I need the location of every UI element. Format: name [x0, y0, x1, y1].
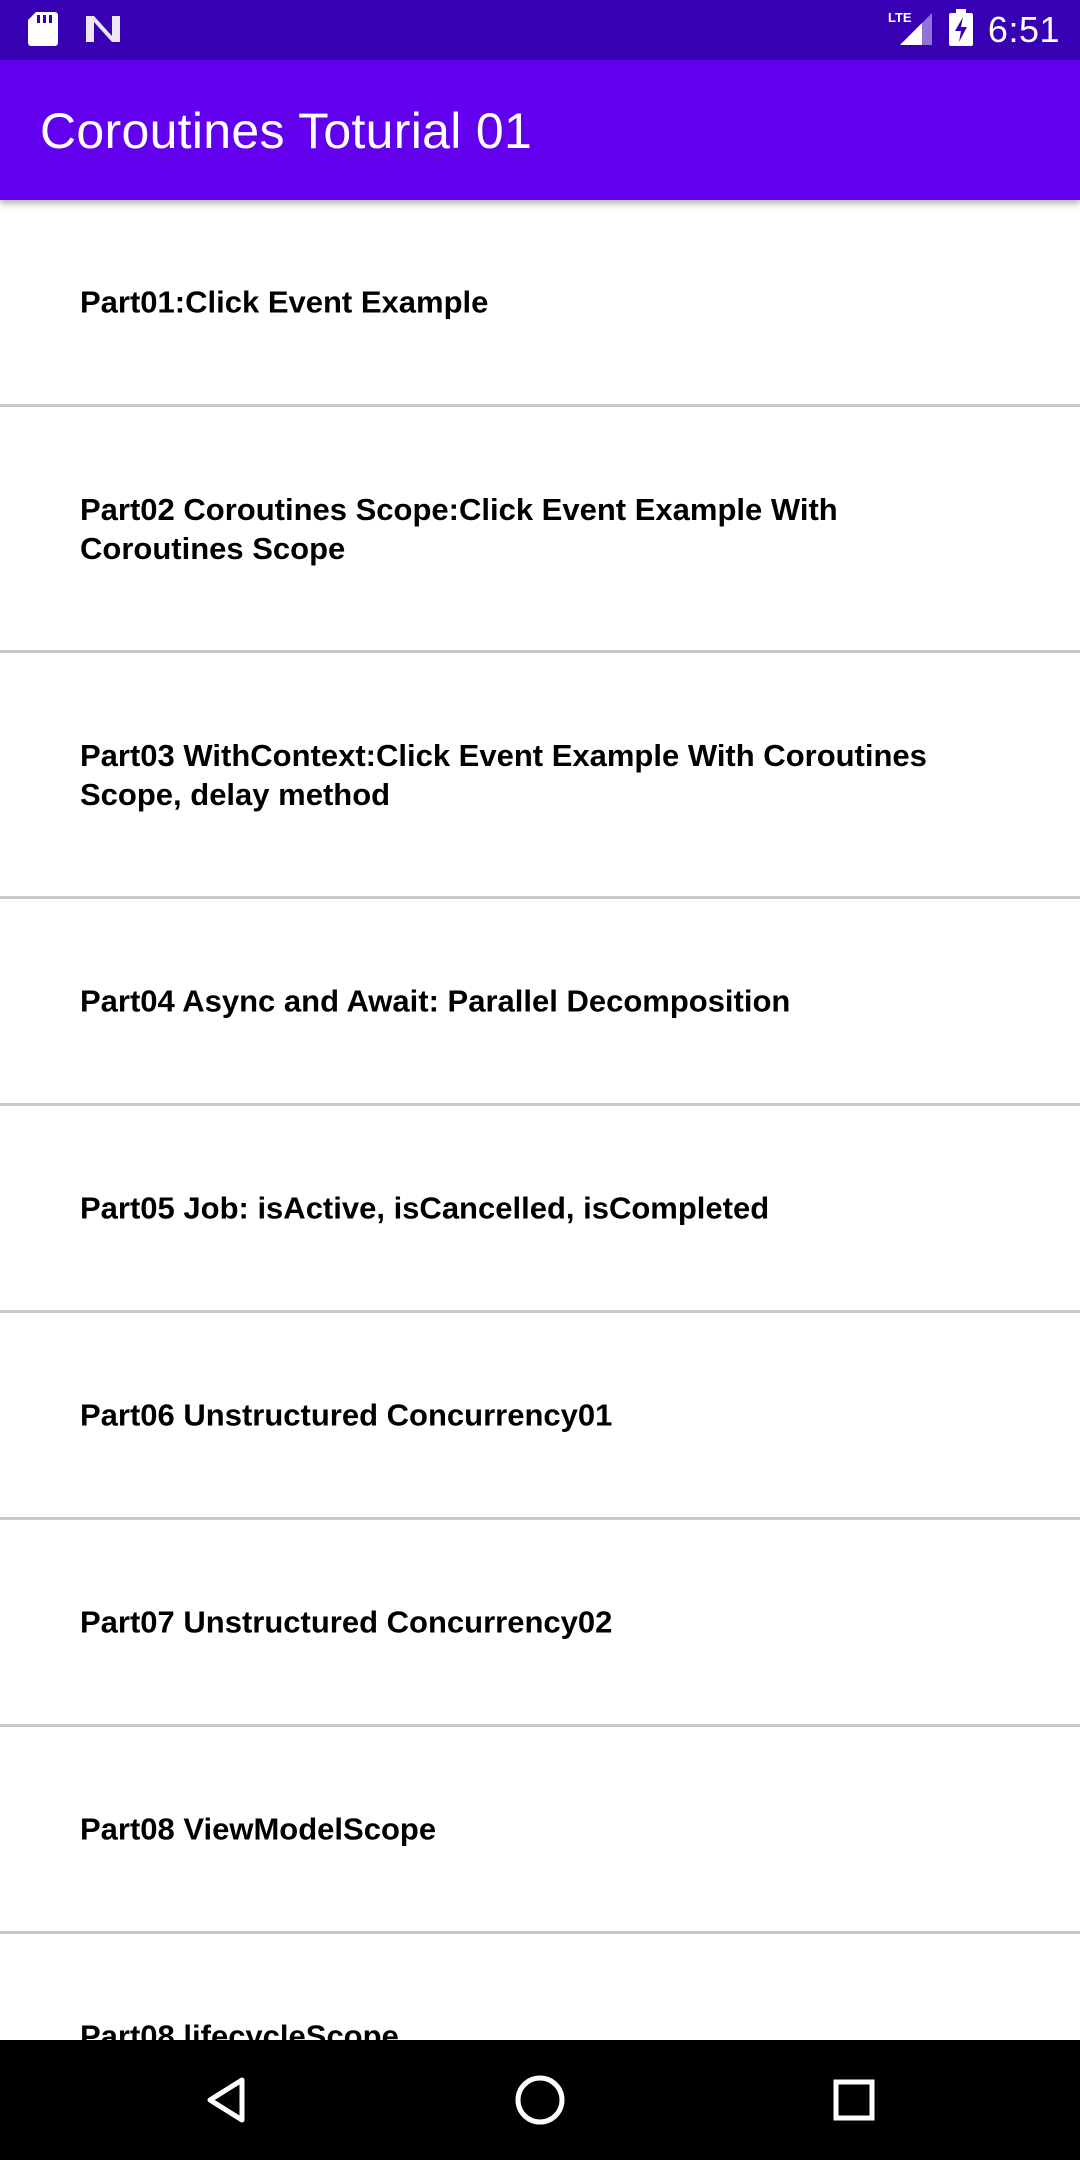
list-item[interactable]: Part06 Unstructured Concurrency01: [0, 1313, 1080, 1520]
lte-signal-icon: LTE: [888, 9, 934, 52]
list-item[interactable]: Part08 lifecycleScope: [0, 1934, 1080, 2041]
list-item[interactable]: Part01:Click Event Example: [0, 200, 1080, 407]
back-button[interactable]: [196, 2070, 256, 2130]
list-item[interactable]: Part04 Async and Await: Parallel Decompo…: [0, 899, 1080, 1106]
list-item-label: Part06 Unstructured Concurrency01: [80, 1397, 613, 1433]
list-item-label: Part07 Unstructured Concurrency02: [80, 1604, 613, 1640]
list-item[interactable]: Part07 Unstructured Concurrency02: [0, 1520, 1080, 1727]
sd-card-icon: [28, 12, 58, 51]
svg-text:LTE: LTE: [888, 10, 912, 25]
list-item-label: Part08 ViewModelScope: [80, 1811, 437, 1847]
recents-icon: [833, 2079, 875, 2121]
app-bar: Coroutines Toturial 01: [0, 60, 1080, 200]
navigation-bar: [0, 2040, 1080, 2160]
list-item-label: Part08 lifecycleScope: [80, 2018, 399, 2041]
list-item-label: Part03 WithContext:Click Event Example W…: [80, 737, 927, 812]
list-item-label: Part02 Coroutines Scope:Click Event Exam…: [80, 491, 838, 566]
battery-charging-icon: [948, 8, 974, 52]
status-time: 6:51: [987, 9, 1060, 50]
tutorial-list[interactable]: Part01:Click Event Example Part02 Corout…: [0, 200, 1080, 2040]
app-title: Coroutines Toturial 01: [40, 103, 533, 159]
home-icon: [515, 2075, 565, 2125]
list-item[interactable]: Part02 Coroutines Scope:Click Event Exam…: [0, 407, 1080, 653]
list-item[interactable]: Part03 WithContext:Click Event Example W…: [0, 653, 1080, 899]
list-item-label: Part05 Job: isActive, isCancelled, isCom…: [80, 1190, 770, 1226]
recents-button[interactable]: [824, 2070, 884, 2130]
list-item-label: Part04 Async and Await: Parallel Decompo…: [80, 983, 791, 1019]
list-item-label: Part01:Click Event Example: [80, 284, 489, 320]
list-item[interactable]: Part08 ViewModelScope: [0, 1727, 1080, 1934]
status-bar: LTE 6:51: [0, 0, 1080, 60]
n-logo-icon: [84, 14, 122, 49]
home-button[interactable]: [510, 2070, 570, 2130]
back-icon: [207, 2077, 245, 2123]
list-item[interactable]: Part05 Job: isActive, isCancelled, isCom…: [0, 1106, 1080, 1313]
